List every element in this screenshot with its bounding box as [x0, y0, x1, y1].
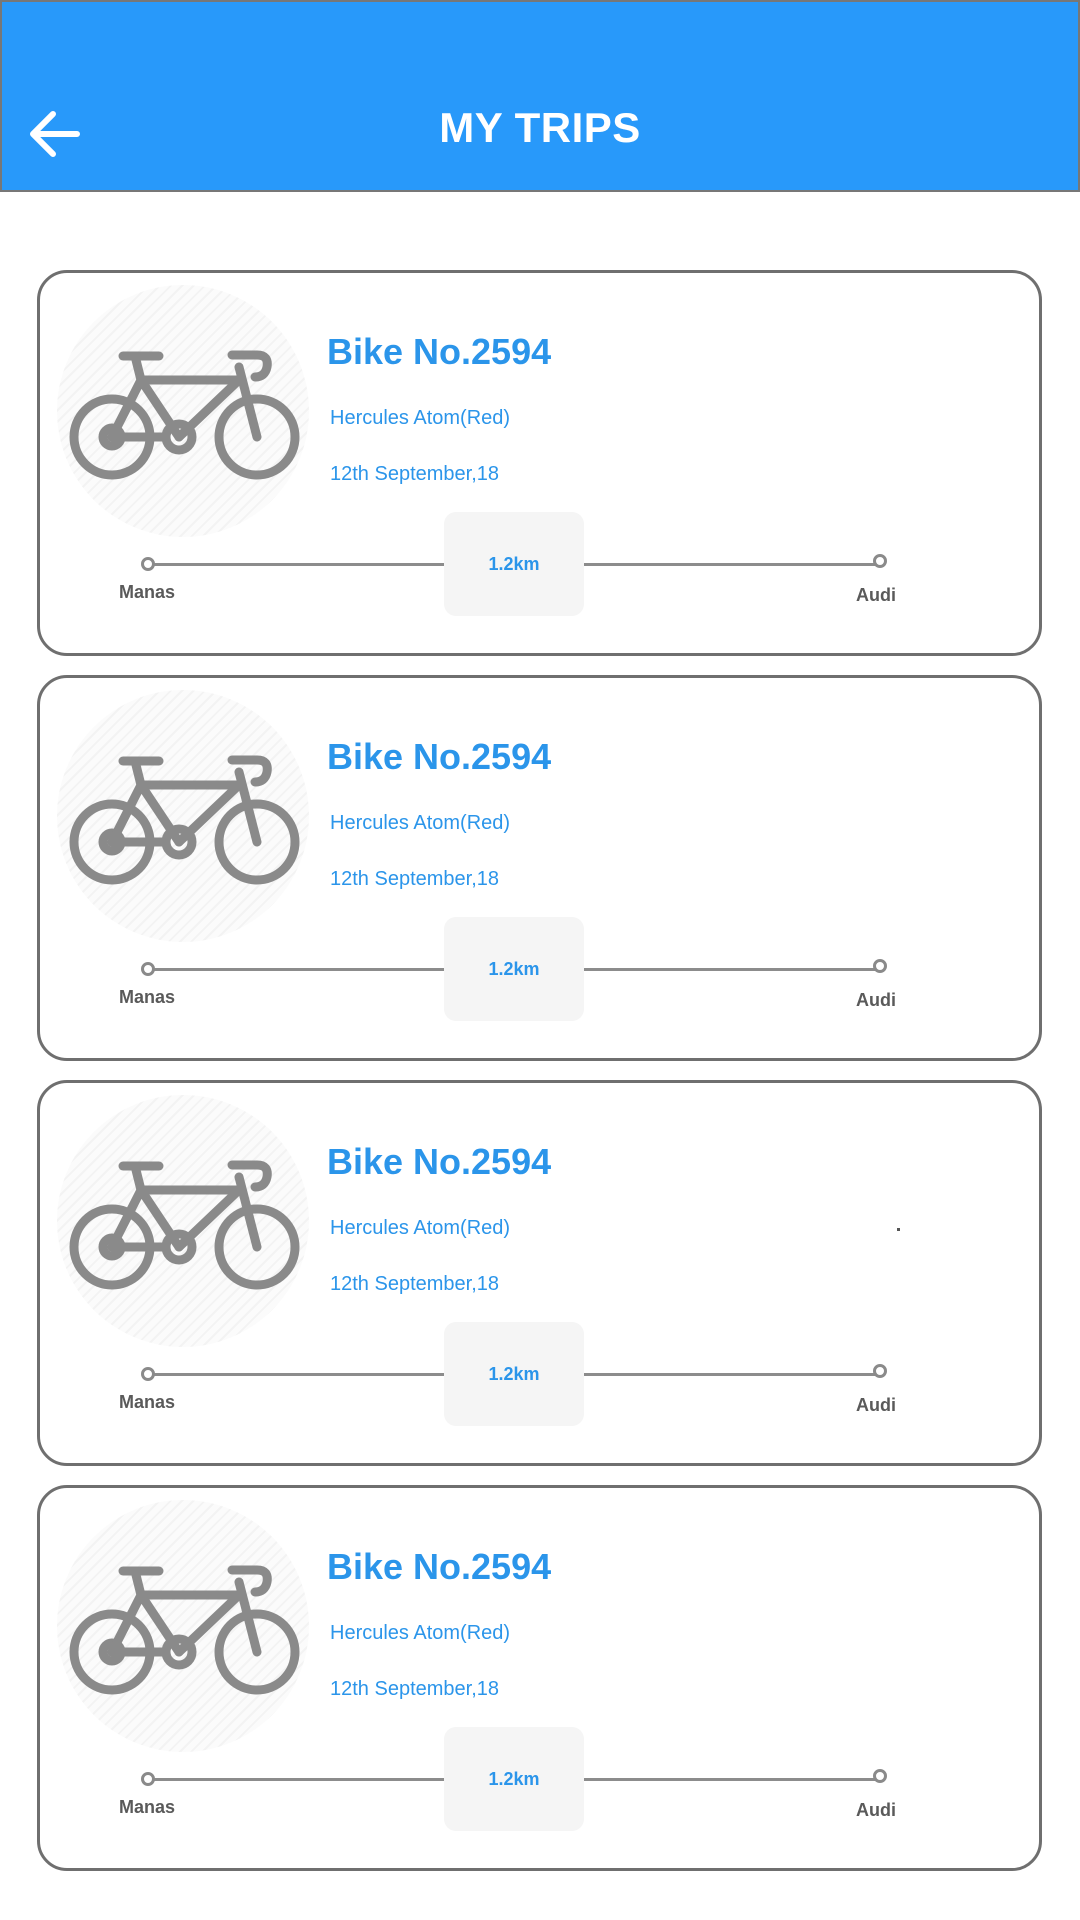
start-location: Manas — [119, 582, 176, 602]
bike-number: Bike No.2594 — [327, 1546, 552, 1587]
trip-date: 12th September,18 — [330, 1678, 500, 1700]
distance-badge: 1.2km — [444, 1322, 584, 1426]
start-point-marker — [141, 1772, 155, 1786]
end-location: Audi — [856, 1395, 896, 1415]
bike-model: Hercules Atom(Red) — [330, 1622, 511, 1644]
bicycle-icon — [69, 755, 300, 885]
bike-thumbnail — [57, 690, 309, 942]
end-location: Audi — [856, 585, 896, 605]
trip-card[interactable]: Bike No.2594 Hercules Atom(Red) 12th Sep… — [37, 1485, 1042, 1871]
bicycle-icon — [69, 1565, 300, 1695]
start-location: Manas — [119, 1797, 176, 1817]
trip-card[interactable]: Bike No.2594 Hercules Atom(Red) 12th Sep… — [37, 270, 1042, 656]
bicycle-icon — [69, 1160, 300, 1290]
app-header: MY TRIPS — [0, 0, 1080, 192]
trip-date: 12th September,18 — [330, 463, 500, 485]
distance-badge: 1.2km — [444, 917, 584, 1021]
end-point-marker — [873, 1364, 887, 1378]
end-point-marker — [873, 1769, 887, 1783]
start-location: Manas — [119, 1392, 176, 1412]
end-location: Audi — [856, 1800, 896, 1820]
bike-number: Bike No.2594 — [327, 331, 552, 372]
bicycle-icon — [69, 350, 300, 480]
distance-badge: 1.2km — [444, 1727, 584, 1831]
decorative-dot — [897, 1228, 900, 1231]
bike-thumbnail — [57, 1095, 309, 1347]
bike-model: Hercules Atom(Red) — [330, 1217, 511, 1239]
distance-badge: 1.2km — [444, 512, 584, 616]
start-point-marker — [141, 962, 155, 976]
bike-model: Hercules Atom(Red) — [330, 812, 511, 834]
start-point-marker — [141, 1367, 155, 1381]
end-location: Audi — [856, 990, 896, 1010]
bike-model: Hercules Atom(Red) — [330, 407, 511, 429]
bike-thumbnail — [57, 1500, 309, 1752]
trip-date: 12th September,18 — [330, 1273, 500, 1295]
end-point-marker — [873, 554, 887, 568]
bike-number: Bike No.2594 — [327, 736, 552, 777]
bike-number: Bike No.2594 — [327, 1141, 552, 1182]
end-point-marker — [873, 959, 887, 973]
page-title: MY TRIPS — [439, 104, 641, 151]
start-location: Manas — [119, 987, 176, 1007]
trip-card[interactable]: Bike No.2594 Hercules Atom(Red) 12th Sep… — [37, 675, 1042, 1061]
trip-card[interactable]: Bike No.2594 Hercules Atom(Red) 12th Sep… — [37, 1080, 1042, 1466]
bike-thumbnail — [57, 285, 309, 537]
start-point-marker — [141, 557, 155, 571]
trip-date: 12th September,18 — [330, 868, 500, 890]
